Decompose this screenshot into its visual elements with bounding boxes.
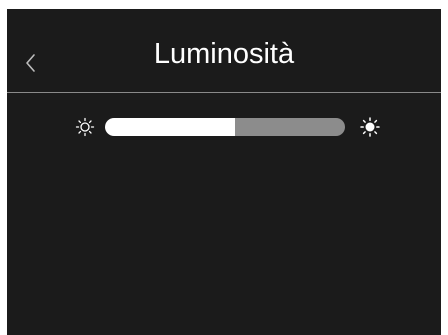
page-title: Luminosità — [153, 38, 295, 70]
brightness-control — [7, 113, 441, 141]
sun-outline-icon — [75, 117, 95, 137]
sun-filled-icon — [360, 117, 380, 137]
brightness-slider-fill — [105, 118, 235, 136]
header: Luminosità — [7, 9, 441, 92]
brightness-slider[interactable] — [105, 118, 345, 136]
header-divider — [7, 92, 441, 93]
brightness-screen: Luminosità — [7, 9, 441, 335]
